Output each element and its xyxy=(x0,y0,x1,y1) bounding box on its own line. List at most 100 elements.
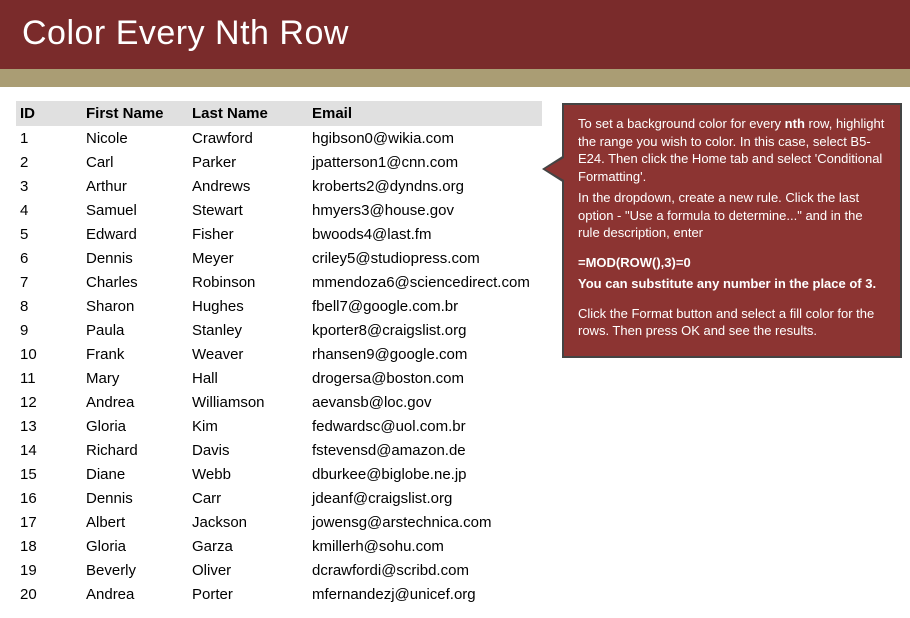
cell-last: Weaver xyxy=(188,342,308,366)
page-header: Color Every Nth Row xyxy=(0,0,910,69)
callout-paragraph-1: To set a background color for every nth … xyxy=(578,115,886,185)
page-title: Color Every Nth Row xyxy=(22,14,349,52)
cell-first: Gloria xyxy=(82,414,188,438)
callout-paragraph-3: Click the Format button and select a fil… xyxy=(578,305,886,340)
cell-last: Garza xyxy=(188,534,308,558)
cell-last: Jackson xyxy=(188,510,308,534)
data-table: ID First Name Last Name Email 1NicoleCra… xyxy=(16,101,542,606)
callout-bold-nth: nth xyxy=(785,116,805,131)
cell-first: Diane xyxy=(82,462,188,486)
cell-first: Andrea xyxy=(82,582,188,606)
cell-last: Fisher xyxy=(188,222,308,246)
cell-email: kroberts2@dyndns.org xyxy=(308,174,542,198)
cell-last: Porter xyxy=(188,582,308,606)
cell-email: bwoods4@last.fm xyxy=(308,222,542,246)
header-accent-bar xyxy=(0,69,910,87)
instruction-callout: To set a background color for every nth … xyxy=(562,103,902,358)
cell-first: Edward xyxy=(82,222,188,246)
table-row: 15DianeWebbdburkee@biglobe.ne.jp xyxy=(16,462,542,486)
cell-first: Frank xyxy=(82,342,188,366)
cell-first: Samuel xyxy=(82,198,188,222)
cell-first: Mary xyxy=(82,366,188,390)
cell-email: dcrawfordi@scribd.com xyxy=(308,558,542,582)
cell-id: 15 xyxy=(16,462,82,486)
table-row: 2CarlParkerjpatterson1@cnn.com xyxy=(16,150,542,174)
header-email: Email xyxy=(308,101,542,126)
cell-id: 9 xyxy=(16,318,82,342)
cell-last: Davis xyxy=(188,438,308,462)
table-row: 10FrankWeaverrhansen9@google.com xyxy=(16,342,542,366)
cell-first: Dennis xyxy=(82,246,188,270)
cell-email: kporter8@craigslist.org xyxy=(308,318,542,342)
table-row: 12AndreaWilliamsonaevansb@loc.gov xyxy=(16,390,542,414)
cell-email: fedwardsc@uol.com.br xyxy=(308,414,542,438)
table-row: 17AlbertJacksonjowensg@arstechnica.com xyxy=(16,510,542,534)
cell-id: 16 xyxy=(16,486,82,510)
cell-last: Hall xyxy=(188,366,308,390)
table-row: 13GloriaKimfedwardsc@uol.com.br xyxy=(16,414,542,438)
cell-email: hmyers3@house.gov xyxy=(308,198,542,222)
cell-id: 14 xyxy=(16,438,82,462)
cell-last: Meyer xyxy=(188,246,308,270)
cell-id: 12 xyxy=(16,390,82,414)
header-id: ID xyxy=(16,101,82,126)
cell-email: kmillerh@sohu.com xyxy=(308,534,542,558)
cell-id: 7 xyxy=(16,270,82,294)
table-row: 14RichardDavisfstevensd@amazon.de xyxy=(16,438,542,462)
cell-id: 11 xyxy=(16,366,82,390)
cell-first: Beverly xyxy=(82,558,188,582)
table-header-row: ID First Name Last Name Email xyxy=(16,101,542,126)
table-row: 11MaryHalldrogersa@boston.com xyxy=(16,366,542,390)
cell-id: 6 xyxy=(16,246,82,270)
header-last-name: Last Name xyxy=(188,101,308,126)
cell-id: 3 xyxy=(16,174,82,198)
cell-email: fstevensd@amazon.de xyxy=(308,438,542,462)
content-area: ID First Name Last Name Email 1NicoleCra… xyxy=(0,87,910,606)
table-row: 1NicoleCrawfordhgibson0@wikia.com xyxy=(16,126,542,150)
cell-first: Dennis xyxy=(82,486,188,510)
table-row: 4SamuelStewarthmyers3@house.gov xyxy=(16,198,542,222)
table-row: 7CharlesRobinsonmmendoza6@sciencedirect.… xyxy=(16,270,542,294)
table-row: 16DennisCarrjdeanf@craigslist.org xyxy=(16,486,542,510)
cell-email: jdeanf@craigslist.org xyxy=(308,486,542,510)
cell-first: Arthur xyxy=(82,174,188,198)
header-first-name: First Name xyxy=(82,101,188,126)
cell-email: fbell7@google.com.br xyxy=(308,294,542,318)
table-row: 19BeverlyOliverdcrawfordi@scribd.com xyxy=(16,558,542,582)
table-row: 20AndreaPortermfernandezj@unicef.org xyxy=(16,582,542,606)
cell-email: drogersa@boston.com xyxy=(308,366,542,390)
table-row: 6DennisMeyercriley5@studiopress.com xyxy=(16,246,542,270)
cell-last: Crawford xyxy=(188,126,308,150)
cell-id: 13 xyxy=(16,414,82,438)
cell-email: aevansb@loc.gov xyxy=(308,390,542,414)
data-table-container: ID First Name Last Name Email 1NicoleCra… xyxy=(16,101,542,606)
cell-first: Nicole xyxy=(82,126,188,150)
cell-first: Paula xyxy=(82,318,188,342)
callout-formula: =MOD(ROW(),3)=0 xyxy=(578,254,886,272)
callout-paragraph-2: In the dropdown, create a new rule. Clic… xyxy=(578,189,886,242)
cell-last: Carr xyxy=(188,486,308,510)
callout-container: To set a background color for every nth … xyxy=(562,101,902,606)
cell-first: Sharon xyxy=(82,294,188,318)
cell-first: Andrea xyxy=(82,390,188,414)
cell-first: Charles xyxy=(82,270,188,294)
table-row: 5EdwardFisherbwoods4@last.fm xyxy=(16,222,542,246)
cell-first: Gloria xyxy=(82,534,188,558)
cell-id: 8 xyxy=(16,294,82,318)
cell-email: dburkee@biglobe.ne.jp xyxy=(308,462,542,486)
table-row: 3ArthurAndrewskroberts2@dyndns.org xyxy=(16,174,542,198)
cell-id: 1 xyxy=(16,126,82,150)
table-row: 8SharonHughesfbell7@google.com.br xyxy=(16,294,542,318)
cell-email: rhansen9@google.com xyxy=(308,342,542,366)
cell-last: Stanley xyxy=(188,318,308,342)
table-row: 9PaulaStanleykporter8@craigslist.org xyxy=(16,318,542,342)
cell-id: 17 xyxy=(16,510,82,534)
cell-email: jpatterson1@cnn.com xyxy=(308,150,542,174)
cell-id: 5 xyxy=(16,222,82,246)
cell-id: 4 xyxy=(16,198,82,222)
cell-email: mfernandezj@unicef.org xyxy=(308,582,542,606)
cell-last: Oliver xyxy=(188,558,308,582)
cell-id: 20 xyxy=(16,582,82,606)
cell-last: Stewart xyxy=(188,198,308,222)
cell-last: Robinson xyxy=(188,270,308,294)
